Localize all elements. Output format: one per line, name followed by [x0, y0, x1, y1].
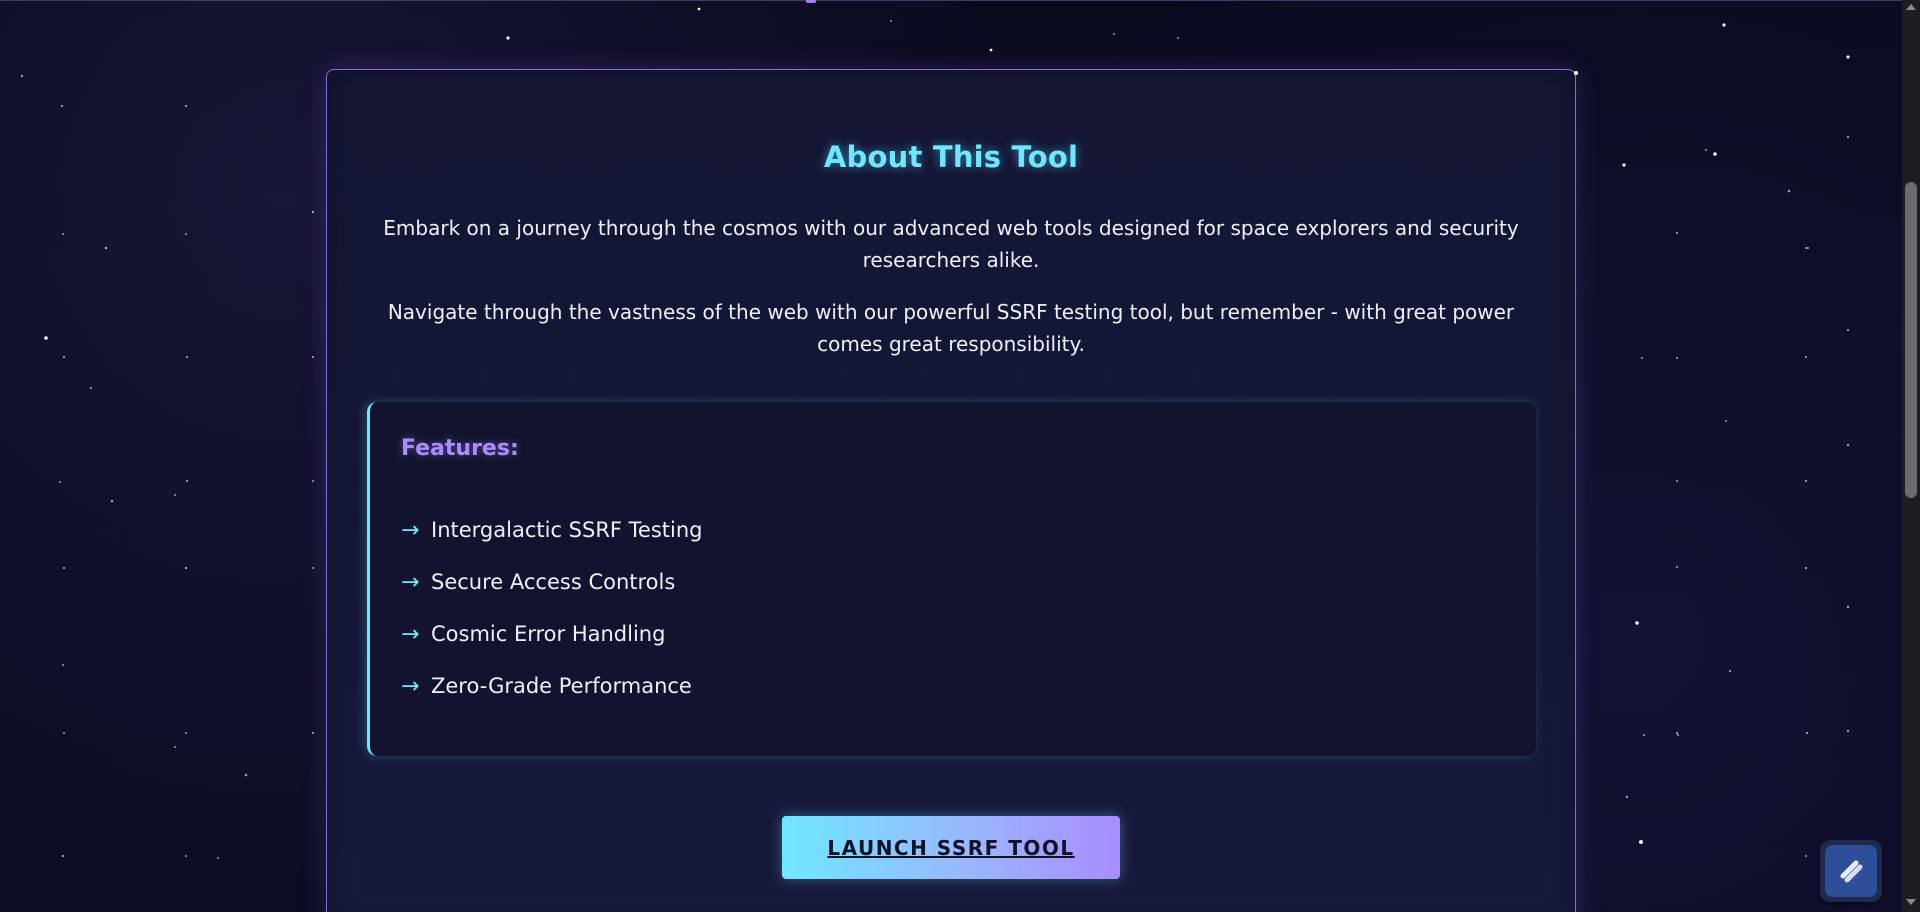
list-item: → Intergalactic SSRF Testing: [401, 504, 703, 556]
star-dot: [63, 732, 65, 734]
features-list: → Intergalactic SSRF Testing → Secure Ac…: [401, 504, 703, 712]
arrow-right-icon: →: [401, 569, 420, 595]
star-dot: [185, 355, 189, 359]
star-dot: [1713, 152, 1717, 156]
star-dot: [1804, 355, 1808, 359]
star-dot: [62, 233, 64, 235]
star-dot: [989, 48, 993, 52]
star-dot: [1675, 231, 1679, 235]
feature-label: Zero-Grade Performance: [431, 674, 692, 698]
star-dot: [1177, 37, 1179, 39]
star-dot: [1635, 621, 1639, 625]
star-dot: [1804, 566, 1808, 570]
feature-label: Intergalactic SSRF Testing: [431, 518, 703, 542]
top-divider: [0, 0, 1920, 1]
star-dot: [1846, 443, 1850, 447]
star-dot: [59, 481, 61, 483]
star-dot: [60, 104, 64, 108]
features-heading: Features:: [401, 436, 519, 461]
star-dot: [185, 479, 189, 483]
about-card: About This Tool Embark on a journey thro…: [326, 69, 1576, 912]
slash-badge-glyph: [1840, 860, 1863, 883]
star-dot: [20, 74, 24, 78]
scroll-up-arrow-icon[interactable]: [1906, 4, 1916, 10]
star-dot: [185, 732, 187, 734]
star-dot: [1804, 479, 1808, 483]
star-dot: [311, 210, 315, 214]
star-dot: [1676, 357, 1678, 359]
star-dot: [1846, 135, 1850, 139]
star-dot: [1677, 734, 1679, 736]
star-dot: [1846, 328, 1850, 332]
star-dot: [1846, 729, 1850, 733]
star-dot: [312, 567, 314, 569]
star-dot: [1722, 23, 1726, 27]
star-dot: [697, 7, 701, 11]
star-dot: [312, 480, 314, 482]
star-dot: [61, 854, 65, 858]
star-dot: [62, 566, 66, 570]
top-accent-mark: [806, 0, 816, 3]
features-panel: Features: → Intergalactic SSRF Testing →…: [367, 402, 1536, 756]
arrow-right-icon: →: [401, 517, 420, 543]
intro-paragraph: Embark on a journey through the cosmos w…: [383, 216, 1519, 272]
star-dot: [1641, 357, 1643, 359]
scroll-down-arrow-icon[interactable]: [1906, 899, 1916, 905]
list-item: → Secure Access Controls: [401, 556, 703, 608]
star-dot: [1728, 669, 1732, 673]
star-dot: [184, 104, 188, 108]
star-dot: [104, 246, 108, 250]
star-dot: [890, 20, 892, 22]
star-dot: [1787, 189, 1791, 193]
scrollbar-thumb[interactable]: [1905, 182, 1917, 498]
warning-paragraph: Navigate through the vastness of the web…: [387, 300, 1515, 356]
star-dot: [174, 746, 176, 748]
list-item: → Cosmic Error Handling: [401, 608, 703, 660]
star-dot: [90, 387, 92, 389]
list-item: → Zero-Grade Performance: [401, 660, 703, 712]
floating-assistant-button[interactable]: [1820, 840, 1882, 902]
star-dot: [185, 855, 187, 857]
star-dot: [1805, 731, 1809, 735]
feature-label: Secure Access Controls: [431, 570, 676, 594]
star-dot: [244, 773, 248, 777]
page-viewport: About This Tool Embark on a journey thro…: [0, 0, 1920, 912]
star-dot: [62, 355, 66, 359]
star-dot: [1805, 855, 1807, 857]
star-dot: [1804, 246, 1808, 250]
star-dot: [1846, 55, 1850, 59]
star-dot: [110, 499, 114, 503]
star-dot: [1639, 840, 1643, 844]
star-dot: [1622, 163, 1626, 167]
star-dot: [1676, 566, 1678, 568]
star-dot: [1676, 480, 1678, 482]
arrow-right-icon: →: [401, 673, 420, 699]
star-dot: [1675, 731, 1679, 735]
arrow-right-icon: →: [401, 621, 420, 647]
star-dot: [217, 857, 219, 859]
star-dot: [1807, 247, 1809, 249]
star-dot: [44, 336, 48, 340]
star-dot: [1643, 734, 1645, 736]
star-dot: [1574, 71, 1578, 75]
star-dot: [1705, 149, 1707, 151]
star-dot: [1625, 795, 1629, 799]
star-dot: [184, 566, 188, 570]
card-title: About This Tool: [823, 140, 1079, 174]
slash-badge-icon: [1825, 845, 1877, 897]
star-dot: [185, 233, 187, 235]
launch-ssrf-tool-button[interactable]: LAUNCH SSRF TOOL: [782, 816, 1120, 879]
star-dot: [506, 36, 510, 40]
star-dot: [311, 355, 315, 359]
star-dot: [1846, 605, 1850, 609]
star-dot: [174, 494, 176, 496]
star-dot: [311, 731, 315, 735]
star-dot: [1725, 420, 1727, 422]
star-dot: [62, 664, 64, 666]
star-dot: [1113, 33, 1115, 35]
feature-label: Cosmic Error Handling: [431, 622, 666, 646]
